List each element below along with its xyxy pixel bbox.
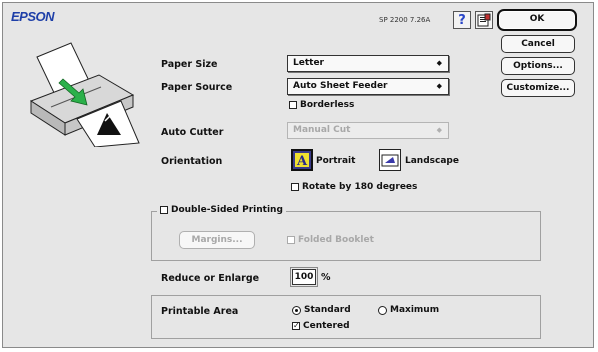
centered-checkbox[interactable]: ✓ — [292, 322, 300, 330]
standard-option[interactable]: Standard — [292, 305, 351, 315]
select-arrows-icon: ◆ — [436, 82, 442, 90]
printer-info-button[interactable] — [475, 11, 493, 29]
centered-option[interactable]: ✓ Centered — [292, 321, 350, 331]
paper-size-value: Letter — [293, 58, 324, 68]
question-mark-icon: ? — [458, 12, 466, 28]
centered-label: Centered — [303, 321, 350, 331]
rotate-option[interactable]: Rotate by 180 degrees — [291, 182, 417, 192]
borderless-option[interactable]: Borderless — [289, 100, 354, 110]
portrait-label: Portrait — [316, 156, 356, 166]
ok-button[interactable]: OK — [497, 9, 577, 31]
landscape-button[interactable] — [379, 149, 401, 171]
epson-logo: EPSON — [11, 9, 55, 24]
orientation-label: Orientation — [161, 156, 223, 167]
folded-booklet-checkbox[interactable] — [287, 236, 295, 244]
double-sided-label: Double-Sided Printing — [171, 205, 283, 215]
paper-source-select[interactable]: Auto Sheet Feeder ◆ — [287, 78, 449, 95]
select-arrows-icon: ◆ — [436, 59, 442, 67]
printer-illustration — [29, 42, 140, 147]
rotate-checkbox[interactable] — [291, 183, 299, 191]
landscape-icon — [381, 154, 399, 167]
printer-info-icon — [477, 13, 491, 27]
select-arrows-icon: ◆ — [436, 126, 442, 134]
portrait-button[interactable]: A — [291, 149, 313, 171]
help-button[interactable]: ? — [453, 11, 471, 29]
paper-size-select[interactable]: Letter ◆ — [287, 55, 449, 72]
maximum-option[interactable]: Maximum — [378, 305, 439, 315]
paper-size-label: Paper Size — [161, 59, 218, 70]
double-sided-checkbox[interactable] — [160, 206, 168, 214]
paper-source-label: Paper Source — [161, 82, 233, 93]
auto-cutter-select[interactable]: Manual Cut ◆ — [287, 122, 449, 139]
reduce-enlarge-input[interactable]: 100 — [290, 267, 318, 287]
standard-label: Standard — [304, 305, 351, 315]
paper-source-value: Auto Sheet Feeder — [293, 81, 388, 91]
landscape-label: Landscape — [405, 156, 459, 166]
percent-unit: % — [321, 272, 331, 283]
double-sided-option[interactable]: Double-Sided Printing — [157, 205, 286, 215]
customize-button[interactable]: Customize... — [501, 79, 575, 97]
borderless-checkbox[interactable] — [289, 101, 297, 109]
rotate-label: Rotate by 180 degrees — [302, 182, 418, 192]
svg-text:A: A — [296, 154, 308, 168]
auto-cutter-value: Manual Cut — [293, 125, 351, 135]
cancel-button[interactable]: Cancel — [501, 35, 575, 53]
printable-area-label: Printable Area — [161, 306, 239, 317]
borderless-label: Borderless — [300, 100, 355, 110]
driver-version: SP 2200 7.26A — [379, 16, 431, 24]
margins-button[interactable]: Margins... — [179, 231, 255, 249]
printable-area-group — [151, 295, 541, 339]
maximum-radio[interactable] — [378, 305, 387, 315]
folded-booklet-label: Folded Booklet — [298, 235, 374, 245]
standard-radio[interactable] — [292, 305, 301, 315]
options-button[interactable]: Options... — [501, 57, 575, 75]
page-setup-dialog: EPSON SP 2200 7.26A ? OK Cancel Options.… — [2, 2, 594, 348]
auto-cutter-label: Auto Cutter — [161, 127, 224, 138]
reduce-enlarge-label: Reduce or Enlarge — [161, 273, 260, 284]
folded-booklet-option[interactable]: Folded Booklet — [287, 235, 374, 245]
portrait-icon: A — [295, 153, 309, 168]
maximum-label: Maximum — [390, 305, 440, 315]
